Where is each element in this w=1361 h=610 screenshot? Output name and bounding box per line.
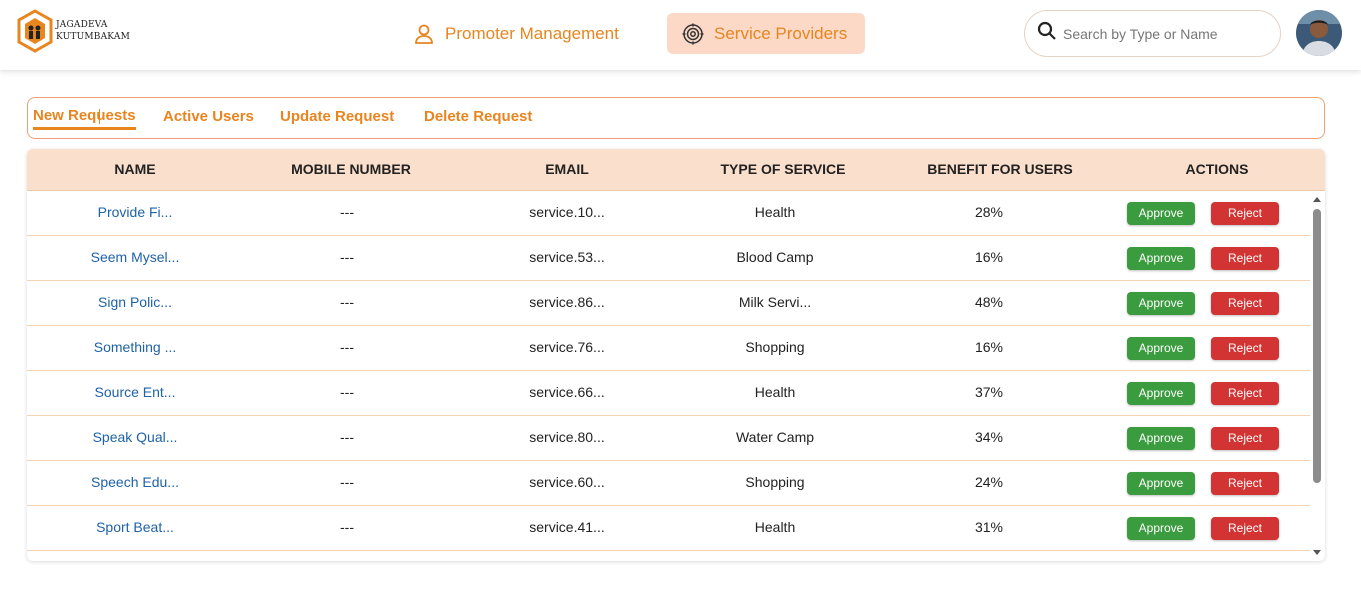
approve-button[interactable]: Approve bbox=[1127, 202, 1195, 225]
table-scrollbar[interactable] bbox=[1311, 191, 1325, 561]
search-icon bbox=[1037, 21, 1057, 46]
row-benefit: 48% bbox=[974, 294, 1004, 310]
approve-button[interactable]: Approve bbox=[1127, 382, 1195, 405]
search-input[interactable] bbox=[1063, 25, 1263, 42]
row-type-of-service: Health bbox=[754, 384, 796, 400]
reject-button[interactable]: Reject bbox=[1211, 382, 1279, 405]
row-email: service.76... bbox=[529, 339, 605, 355]
col-name[interactable]: NAME bbox=[27, 149, 243, 191]
nav-service-label: Service Providers bbox=[714, 23, 848, 43]
approve-button[interactable]: Approve bbox=[1127, 247, 1195, 270]
top-bar: JAGADEVA KUTUMBAKAM Promoter Management … bbox=[0, 0, 1361, 70]
requests-table: NAME MOBILE NUMBER EMAIL TYPE OF SERVICE… bbox=[27, 149, 1325, 561]
col-mobile-number[interactable]: MOBILE NUMBER bbox=[243, 149, 459, 191]
row-email: service.66... bbox=[529, 384, 605, 400]
search-box[interactable] bbox=[1024, 10, 1281, 57]
scroll-down-arrow-icon[interactable] bbox=[1313, 550, 1321, 555]
row-type-of-service: Shopping bbox=[745, 474, 805, 490]
logo-hexagon-icon bbox=[17, 9, 53, 53]
user-icon bbox=[412, 22, 436, 46]
row-email: service.80... bbox=[529, 429, 605, 445]
scroll-up-arrow-icon[interactable] bbox=[1313, 197, 1321, 202]
reject-button[interactable]: Reject bbox=[1211, 247, 1279, 270]
service-gear-icon bbox=[681, 22, 705, 46]
row-mobile-number: --- bbox=[340, 294, 354, 310]
approve-button[interactable]: Approve bbox=[1127, 292, 1195, 315]
row-mobile-number: --- bbox=[340, 384, 354, 400]
table-body: Provide Fi... --- service.10... Health 28% Ap… bbox=[27, 191, 1310, 561]
row-benefit: 31% bbox=[974, 519, 1004, 535]
row-type-of-service: Milk Servi... bbox=[738, 294, 812, 310]
row-name[interactable]: Something ... bbox=[27, 326, 243, 371]
row-email: service.86... bbox=[529, 294, 605, 310]
table-row: Something ... --- service.76... Shopping 16%… bbox=[27, 326, 1310, 371]
col-email[interactable]: EMAIL bbox=[459, 149, 675, 191]
row-mobile-number: --- bbox=[340, 429, 354, 445]
tab-new-requests[interactable]: New Requests bbox=[33, 107, 136, 130]
approve-button[interactable]: Approve bbox=[1127, 472, 1195, 495]
row-benefit: 34% bbox=[974, 429, 1004, 445]
row-benefit: 24% bbox=[974, 474, 1004, 490]
reject-button[interactable]: Reject bbox=[1211, 202, 1279, 225]
approve-button[interactable]: Approve bbox=[1127, 427, 1195, 450]
row-name[interactable]: Sign Polic... bbox=[27, 281, 243, 326]
table-header: NAME MOBILE NUMBER EMAIL TYPE OF SERVICE… bbox=[27, 149, 1325, 191]
table-row: Source Ent... --- service.66... Health 37% Ap… bbox=[27, 371, 1310, 416]
tab-update-request[interactable]: Update Request bbox=[280, 108, 394, 125]
user-avatar[interactable] bbox=[1296, 10, 1342, 56]
tab-active-users[interactable]: Active Users bbox=[163, 108, 254, 125]
brand-logo[interactable]: JAGADEVA KUTUMBAKAM bbox=[16, 9, 130, 53]
row-email: service.60... bbox=[529, 474, 605, 490]
scroll-thumb[interactable] bbox=[1313, 209, 1321, 483]
nav-promoter-management[interactable]: Promoter Management bbox=[404, 13, 640, 54]
text-cursor bbox=[99, 109, 100, 124]
row-type-of-service: Health bbox=[754, 204, 796, 220]
reject-button[interactable]: Reject bbox=[1211, 472, 1279, 495]
request-tabs: New Requests Active Users Update Request… bbox=[27, 97, 1325, 139]
row-mobile-number: --- bbox=[340, 474, 354, 490]
reject-button[interactable]: Reject bbox=[1211, 427, 1279, 450]
row-name[interactable]: Speak Qual... bbox=[27, 416, 243, 461]
brand-name: JAGADEVA KUTUMBAKAM bbox=[56, 19, 130, 43]
row-benefit: 28% bbox=[974, 204, 1004, 220]
reject-button[interactable]: Reject bbox=[1211, 292, 1279, 315]
brand-line-2: KUTUMBAKAM bbox=[56, 32, 130, 42]
table-row: Sign Polic... --- service.86... Milk Servi.… bbox=[27, 281, 1310, 326]
approve-button[interactable]: Approve bbox=[1127, 517, 1195, 540]
brand-line-1: JAGADEVA bbox=[56, 20, 108, 30]
nav-service-providers[interactable]: Service Providers bbox=[667, 13, 865, 54]
table-row: Seem Mysel... --- service.53... Blood Camp 1… bbox=[27, 236, 1310, 281]
row-benefit: 37% bbox=[974, 384, 1004, 400]
table-row: Provide Fi... --- service.10... Health 28% Ap… bbox=[27, 191, 1310, 236]
row-benefit: 16% bbox=[974, 339, 1004, 355]
reject-button[interactable]: Reject bbox=[1211, 337, 1279, 360]
row-name[interactable]: Source Ent... bbox=[27, 371, 243, 416]
row-type-of-service: Shopping bbox=[745, 339, 805, 355]
table-row: Speak Qual... --- service.80... Water Camp 3… bbox=[27, 416, 1310, 461]
tab-delete-request[interactable]: Delete Request bbox=[424, 108, 532, 125]
row-mobile-number: --- bbox=[340, 249, 354, 265]
nav-promoter-label: Promoter Management bbox=[445, 23, 619, 43]
col-benefit-for-users[interactable]: BENEFIT FOR USERS bbox=[891, 149, 1109, 191]
row-name[interactable]: Seem Mysel... bbox=[27, 236, 243, 281]
row-name[interactable]: Sport Beat... bbox=[27, 506, 243, 551]
row-benefit: 16% bbox=[974, 249, 1004, 265]
row-mobile-number: --- bbox=[340, 519, 354, 535]
row-email: service.10... bbox=[529, 204, 605, 220]
row-mobile-number: --- bbox=[340, 339, 354, 355]
row-mobile-number: --- bbox=[340, 204, 354, 220]
row-type-of-service: Blood Camp bbox=[736, 249, 814, 265]
row-type-of-service: Water Camp bbox=[735, 429, 815, 445]
reject-button[interactable]: Reject bbox=[1211, 517, 1279, 540]
row-name[interactable]: Provide Fi... bbox=[27, 191, 243, 236]
row-email: service.53... bbox=[529, 249, 605, 265]
table-row: Speech Edu... --- service.60... Shopping 24%… bbox=[27, 461, 1310, 506]
row-email: service.41... bbox=[529, 519, 605, 535]
approve-button[interactable]: Approve bbox=[1127, 337, 1195, 360]
col-actions: ACTIONS bbox=[1185, 161, 1249, 177]
table-row: Sport Beat... --- service.41... Health 31% Ap… bbox=[27, 506, 1310, 551]
row-type-of-service: Health bbox=[754, 519, 796, 535]
row-name[interactable]: Speech Edu... bbox=[27, 461, 243, 506]
col-type-of-service[interactable]: TYPE OF SERVICE bbox=[675, 149, 891, 191]
